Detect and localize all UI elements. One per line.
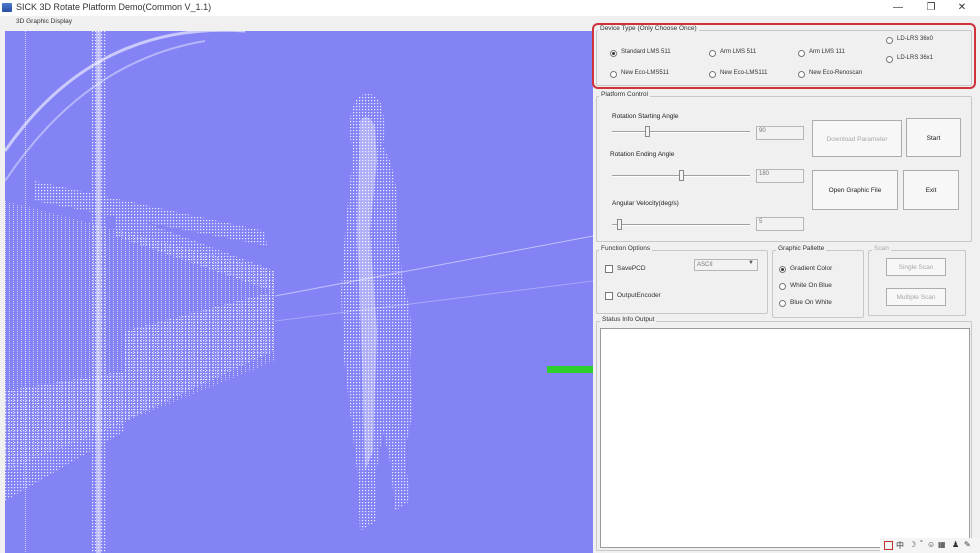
output-encoder-label: OutputEncoder (617, 292, 661, 299)
rotation-start-track (612, 131, 750, 133)
rotation-end-field[interactable]: 180 (756, 169, 804, 183)
angular-velocity-field[interactable]: 5 (756, 217, 804, 231)
3d-graphic-viewport[interactable] (5, 31, 593, 553)
chevron-down-icon[interactable]: ▼ (748, 260, 754, 266)
radio-label: White On Blue (790, 282, 832, 289)
restore-icon[interactable]: ❐ (917, 1, 945, 15)
rotation-start-field[interactable]: 90 (756, 126, 804, 140)
radio-ld-lrs-36x1[interactable] (886, 56, 893, 63)
moon-icon[interactable]: ☽ (909, 540, 916, 549)
download-parameter-button[interactable]: Download Parameter (812, 120, 902, 157)
user-icon[interactable]: ♟ (952, 540, 959, 549)
radio-label: LD-LRS 36x1 (897, 55, 934, 61)
point-cloud-render (5, 31, 593, 553)
radio-ld-lrs-36x0[interactable] (886, 37, 893, 44)
minimize-icon[interactable]: — (884, 1, 912, 15)
scan-label: Scan (872, 245, 891, 252)
rotation-end-slider[interactable] (679, 170, 684, 181)
rotation-end-label: Rotation Ending Angle (610, 151, 675, 158)
radio-new-eco-renoscan[interactable] (798, 71, 805, 78)
ime-chinese-icon[interactable]: 中 (896, 540, 904, 551)
angular-velocity-track (612, 224, 750, 226)
start-button[interactable]: Start (906, 118, 961, 157)
radio-gradient-color[interactable] (779, 266, 786, 273)
radio-arm-lms511[interactable] (709, 50, 716, 57)
radio-blue-on-white[interactable] (779, 300, 786, 307)
radio-new-eco-lms111[interactable] (709, 71, 716, 78)
radio-white-on-blue[interactable] (779, 283, 786, 290)
radio-label: Gradient Color (790, 265, 833, 272)
close-icon[interactable]: ✕ (948, 1, 976, 15)
rotation-start-label: Rotation Starting Angle (612, 113, 679, 120)
dot-icon[interactable]: ° (920, 540, 923, 547)
savepcd-label: SavePCD (617, 265, 646, 272)
radio-label: LD-LRS 36x0 (897, 36, 934, 42)
radio-arm-lms111[interactable] (798, 50, 805, 57)
graphic-palette-label: Graphic Pallette (776, 245, 827, 252)
radio-label: New Eco-Renoscan (809, 70, 863, 76)
angular-velocity-label: Angular Velocity(deg/s) (612, 200, 679, 207)
radio-label: Standard LMS 511 (621, 49, 671, 55)
exit-button[interactable]: Exit (903, 170, 959, 210)
display-label: 3D Graphic Display (16, 18, 72, 25)
radio-label: Arm LMS 511 (720, 49, 757, 55)
window-title: SICK 3D Rotate Platform Demo(Common V_1.… (16, 2, 212, 12)
angular-velocity-slider[interactable] (616, 219, 622, 230)
rotation-start-slider[interactable] (644, 126, 650, 137)
multiple-scan-button[interactable]: Multiple Scan (886, 288, 946, 306)
function-options-label: Function Options (599, 245, 653, 252)
radio-label: New Eco-LMS511 (621, 70, 669, 76)
single-scan-button[interactable]: Single Scan (886, 258, 946, 276)
radio-label: Arm LMS 111 (809, 49, 845, 55)
tray-app-icon[interactable] (884, 541, 893, 550)
radio-new-eco-lms511[interactable] (610, 71, 617, 78)
emoji-icon[interactable]: ☺ (927, 540, 935, 549)
platform-control-label: Platform Control (599, 91, 650, 98)
axis-marker (547, 366, 593, 373)
open-graphic-file-button[interactable]: Open Graphic File (812, 170, 898, 210)
savepcd-checkbox[interactable] (605, 265, 613, 273)
radio-standard-lms511[interactable] (610, 50, 617, 57)
keyboard-icon[interactable]: ▦ (938, 540, 946, 549)
settings-icon[interactable]: ✎ (964, 540, 971, 549)
app-icon (2, 3, 12, 12)
output-encoder-checkbox[interactable] (605, 292, 613, 300)
status-output-textarea[interactable] (600, 328, 970, 548)
radio-label: New Eco-LMS111 (720, 70, 768, 76)
radio-label: Blue On White (790, 299, 832, 306)
status-info-label: Status Info Output (600, 316, 657, 323)
